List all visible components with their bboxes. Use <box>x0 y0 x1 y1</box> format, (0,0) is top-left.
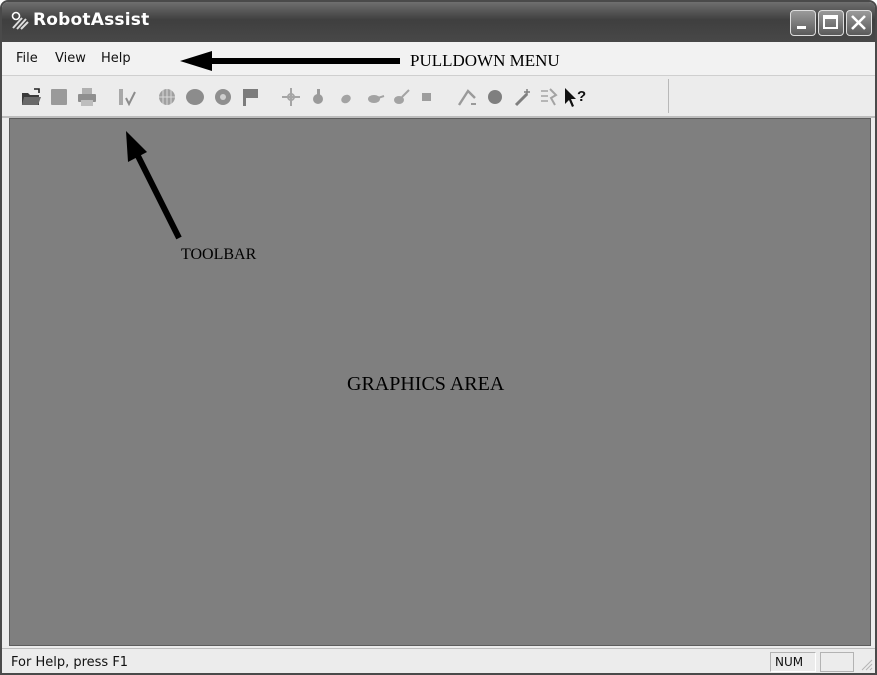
toolbar-label: TOOLBAR <box>181 246 257 263</box>
pulldown-arrow <box>180 51 400 71</box>
status-pane-empty <box>820 652 854 672</box>
toolbar-arrow <box>126 131 182 240</box>
pulldown-menu-label: PULLDOWN MENU <box>410 51 560 70</box>
app-window: RobotAssist File View Help ? PULLDOWN ME… <box>0 0 877 675</box>
resize-grip-icon[interactable] <box>859 657 873 671</box>
num-lock-indicator: NUM <box>770 652 816 672</box>
status-help-text: For Help, press F1 <box>11 655 129 670</box>
graphics-area-label: GRAPHICS AREA <box>347 373 505 395</box>
status-bar: For Help, press F1 NUM <box>2 648 875 673</box>
annotation-arrows <box>126 51 400 240</box>
